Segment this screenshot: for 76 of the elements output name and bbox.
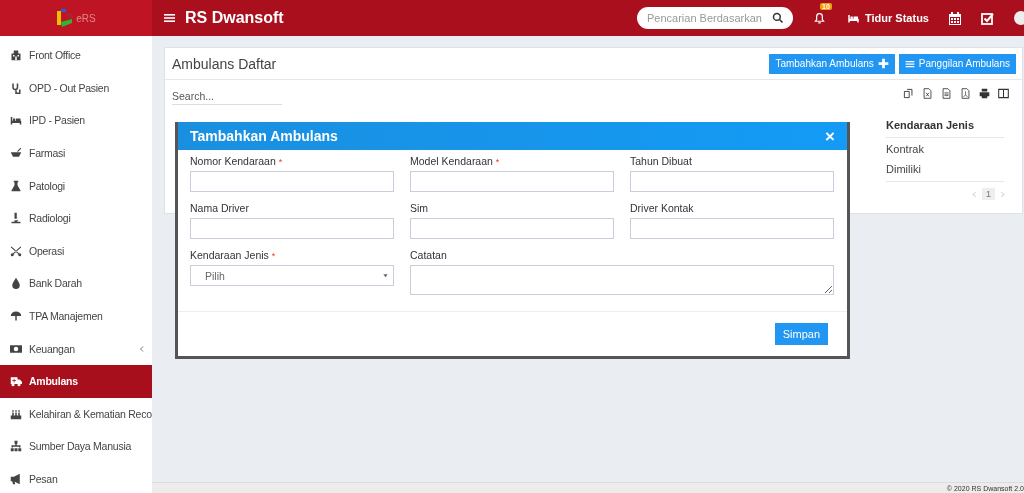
bell-icon[interactable] [813,11,826,25]
megaphone-icon [10,473,22,485]
sidebar-item[interactable]: Pesan [0,462,152,493]
input-field[interactable] [410,218,614,239]
list-icon [904,58,915,69]
sidebar-item[interactable]: Radiologi [0,201,152,235]
sidebar-item[interactable]: Patologi [0,169,152,202]
excel-file-icon [922,88,933,99]
sidebar-item[interactable]: IPD - Pasien [0,104,152,137]
field-label: Catatan [410,249,447,261]
cake-icon [10,407,22,420]
sidebar-item[interactable]: Kelahiran & Kematian Reco [0,397,152,431]
menu-icon[interactable] [164,13,175,23]
sidebar-item[interactable]: TPA Manajemen [0,299,152,333]
dialog-title: Tambahkan Ambulans [190,128,338,144]
field-label: Tahun Dibuat [630,155,692,167]
sidebar-item[interactable]: Farmasi [0,136,152,170]
caret-down-icon [382,272,389,279]
chevron-left-icon [971,190,978,198]
checkbox-icon[interactable] [981,11,994,25]
required-mark: * [278,157,283,167]
panel-title: Ambulans Daftar [172,55,277,72]
building-icon [10,49,22,62]
plus-icon [877,58,889,69]
microscope-icon [10,212,22,225]
input-field[interactable] [190,218,394,239]
copy-icon [903,88,914,99]
sidebar-item[interactable]: Front Office [0,39,152,72]
table-cell: Dimiliki [886,158,1004,182]
app-title: RS Dwansoft [185,9,285,27]
scissors-icon [10,244,22,257]
sitemap-icon [10,440,22,453]
money-icon [10,342,22,355]
sidebar-item[interactable]: Ambulans [0,364,152,398]
avatar[interactable] [1014,11,1024,25]
flask-icon [10,179,22,192]
print-icon [979,88,990,99]
columns-icon [998,88,1009,99]
search-field[interactable]: Pencarian Berdasarkan [637,7,793,29]
bed-status-button[interactable]: Tidur Status [846,12,929,24]
field-label: Driver Kontak [630,202,694,214]
sidebar-item[interactable]: Keuangan [0,332,152,365]
input-field[interactable] [630,218,834,239]
required-mark: * [495,157,500,167]
field-label: Nomor Kendaraan [190,155,276,167]
table-cell: Kontrak [886,137,1004,158]
calendar-icon[interactable] [949,11,961,25]
notes-field[interactable] [410,265,834,295]
input-field[interactable] [190,171,394,192]
pdf-file-icon [960,88,971,99]
cube-logo-icon [56,7,75,29]
sidebar-item[interactable]: Sumber Daya Manusia [0,430,152,463]
field-label: Nama Driver [190,202,249,214]
field-label: Kendaraan Jenis [190,249,269,261]
input-field[interactable] [630,171,834,192]
search-icon [772,12,784,24]
umbrella-icon [10,310,22,323]
required-mark: * [271,251,276,261]
mortar-icon [10,147,22,160]
logo-text: eRS [76,12,96,24]
input-field[interactable] [410,171,614,192]
sidebar-item[interactable]: OPD - Out Pasien [0,71,152,105]
field-label: Model Kendaraan [410,155,493,167]
sidebar-item[interactable]: Bank Darah [0,267,152,300]
drop-icon [10,277,22,290]
chevron-right-icon [999,190,1006,198]
bed-icon [10,114,22,127]
bed-icon [846,12,861,24]
text-file-icon [941,88,952,99]
field-label: Sim [410,202,429,214]
dropdown[interactable]: Pilih [190,265,394,286]
ambulance-icon [10,375,22,388]
page-button[interactable]: 1 [982,188,995,200]
column-header: Kendaraan Jenis [886,117,1004,138]
stethoscope-icon [10,81,22,94]
sidebar-item[interactable]: Operasi [0,234,152,268]
